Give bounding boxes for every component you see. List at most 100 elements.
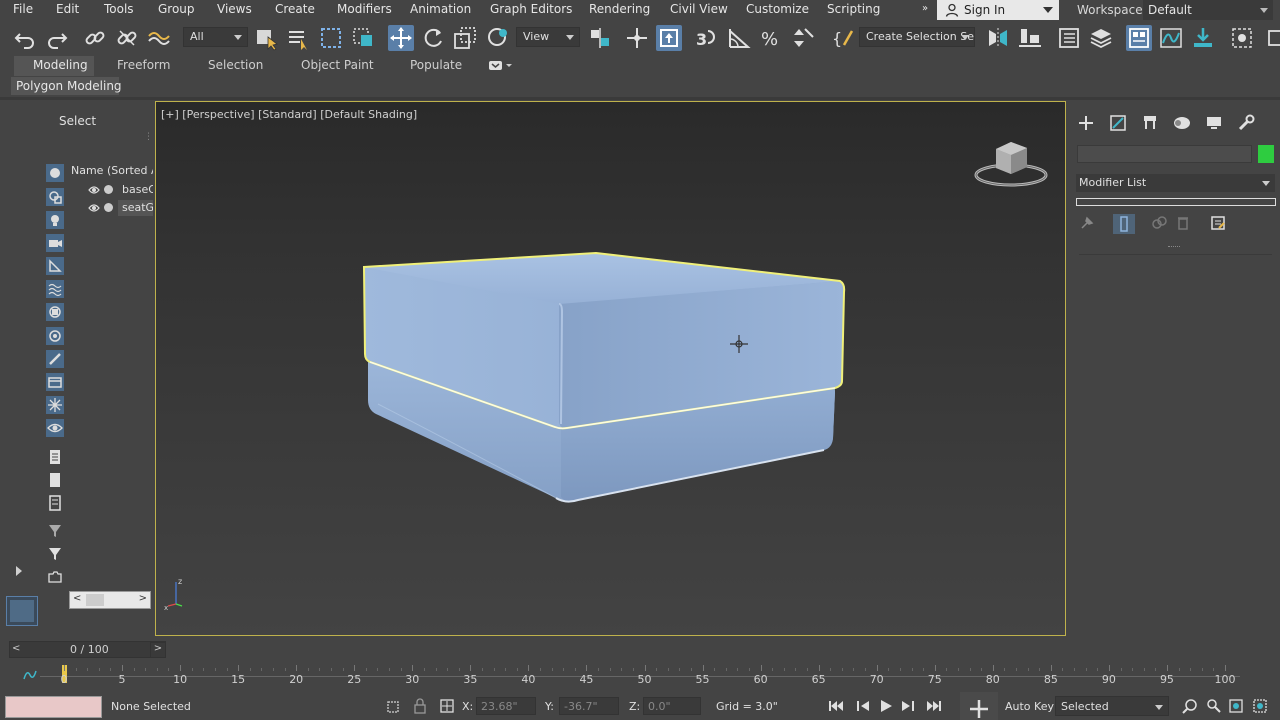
eye-icon[interactable] <box>88 185 100 195</box>
funnel-icon[interactable] <box>46 545 64 563</box>
angle-snap-icon[interactable] <box>726 25 752 51</box>
material-editor-icon[interactable] <box>1229 25 1255 51</box>
link-icon[interactable] <box>82 25 108 51</box>
display-geometry-icon[interactable] <box>46 164 64 182</box>
polygon-modeling-panel[interactable]: Polygon Modeling <box>11 77 122 95</box>
expand-arrow-icon[interactable] <box>10 562 28 580</box>
z-coordinate-field[interactable]: 0.0" <box>643 697 701 715</box>
ottoman-model[interactable] <box>356 242 856 512</box>
menu-animation[interactable]: Animation <box>410 2 471 16</box>
zoom-icon[interactable] <box>1182 698 1198 714</box>
tab-selection[interactable]: Selection <box>208 58 263 72</box>
display-none-icon[interactable] <box>46 471 64 489</box>
zoom-extents-icon[interactable] <box>1228 698 1244 714</box>
rotate-icon[interactable] <box>420 25 446 51</box>
spinner-snap-icon[interactable] <box>790 25 816 51</box>
create-tab-icon[interactable] <box>1076 113 1096 133</box>
select-object-icon[interactable] <box>254 25 280 51</box>
menu-group[interactable]: Group <box>158 2 195 16</box>
viewport-label[interactable]: [+] [Perspective] [Standard] [Default Sh… <box>161 108 417 121</box>
menu-graph-editors[interactable]: Graph Editors <box>490 2 572 16</box>
display-containers-icon[interactable] <box>46 373 64 391</box>
edit-named-selection-icon[interactable]: { <box>830 25 856 51</box>
display-bones-icon[interactable] <box>46 350 64 368</box>
align-icon[interactable] <box>1017 25 1043 51</box>
reference-coordinate-dropdown[interactable]: View <box>516 27 580 47</box>
scale-icon[interactable] <box>452 25 478 51</box>
sign-in-button[interactable]: Sign In <box>937 0 1059 21</box>
filter-icon[interactable] <box>46 522 64 540</box>
scrollbar-thumb[interactable] <box>86 594 104 606</box>
snaps-toggle-icon[interactable]: 3 <box>692 25 718 51</box>
zoom-all-icon[interactable] <box>1206 698 1222 714</box>
panel-splitter[interactable] <box>1168 246 1180 248</box>
find-icon[interactable] <box>46 568 64 586</box>
render-setup-icon[interactable] <box>1265 25 1280 51</box>
explorer-column-header[interactable]: Name (Sorted As <box>68 161 153 179</box>
rectangular-selection-icon[interactable] <box>318 25 344 51</box>
next-frame-icon[interactable] <box>900 699 916 713</box>
mini-curve-editor-icon[interactable] <box>22 667 38 683</box>
menu-rendering[interactable]: Rendering <box>589 2 650 16</box>
unlink-icon[interactable] <box>114 25 140 51</box>
lock-icon[interactable] <box>413 698 427 714</box>
configure-modifier-sets-icon[interactable] <box>1210 215 1226 231</box>
motion-tab-icon[interactable] <box>1172 113 1192 133</box>
menu-file[interactable]: File <box>13 2 33 16</box>
viewcube-icon[interactable] <box>971 137 1051 192</box>
time-slider-prev-icon[interactable]: < <box>12 643 20 654</box>
display-frozen-icon[interactable] <box>46 396 64 414</box>
play-icon[interactable] <box>878 698 894 714</box>
menu-customize[interactable]: Customize <box>746 2 809 16</box>
time-slider[interactable]: < 0 / 100 <box>9 641 166 658</box>
toggle-ribbon-icon[interactable] <box>1126 25 1152 51</box>
display-helpers-icon[interactable] <box>46 257 64 275</box>
menu-modifiers[interactable]: Modifiers <box>337 2 392 16</box>
select-manipulate-icon[interactable] <box>624 25 650 51</box>
key-filter-dropdown[interactable]: Selected <box>1055 696 1169 716</box>
explorer-row[interactable]: baseG <box>68 181 153 199</box>
pivot-point-icon[interactable] <box>587 25 613 51</box>
perspective-viewport[interactable]: [+] [Perspective] [Standard] [Default Sh… <box>155 101 1066 636</box>
tab-populate[interactable]: Populate <box>410 58 462 72</box>
set-key-button[interactable] <box>960 692 998 720</box>
redo-icon[interactable] <box>44 25 70 51</box>
move-icon[interactable] <box>388 25 414 51</box>
display-all-icon[interactable] <box>46 448 64 466</box>
y-coordinate-field[interactable]: -36.7" <box>559 697 619 715</box>
display-groups-icon[interactable] <box>46 303 64 321</box>
display-shapes-icon[interactable] <box>46 188 64 206</box>
display-xrefs-icon[interactable] <box>46 327 64 345</box>
modify-tab-icon[interactable] <box>1108 113 1128 133</box>
render-toggle-icon[interactable] <box>104 185 113 194</box>
tab-object-paint[interactable]: Object Paint <box>301 58 374 72</box>
select-by-name-icon[interactable] <box>286 25 312 51</box>
percent-snap-icon[interactable]: % <box>758 25 784 51</box>
layer-explorer-icon[interactable] <box>1088 25 1114 51</box>
scroll-right-icon[interactable]: > <box>139 593 147 604</box>
tab-modeling[interactable]: Modeling <box>14 56 94 76</box>
explorer-row[interactable]: seatG <box>68 199 153 217</box>
display-space-warps-icon[interactable] <box>46 280 64 298</box>
auto-key-button[interactable]: Auto Key <box>1005 700 1054 713</box>
menu-edit[interactable]: Edit <box>56 2 79 16</box>
curve-editor-icon[interactable] <box>1158 25 1184 51</box>
display-hidden-icon[interactable] <box>46 419 64 437</box>
workspaces-select[interactable]: Default <box>1143 0 1273 20</box>
place-icon[interactable] <box>485 25 511 51</box>
menu-views[interactable]: Views <box>217 2 252 16</box>
zoom-extents-all-icon[interactable] <box>1252 698 1268 714</box>
modifier-stack[interactable] <box>1076 198 1276 206</box>
explorer-select-label[interactable]: Select <box>59 114 96 128</box>
tab-freeform[interactable]: Freeform <box>117 58 170 72</box>
mirror-icon[interactable] <box>985 25 1011 51</box>
go-to-end-icon[interactable] <box>926 699 942 713</box>
show-end-result-button[interactable] <box>1113 214 1135 234</box>
utilities-tab-icon[interactable] <box>1236 113 1256 133</box>
menu-overflow-icon[interactable]: » <box>922 3 928 14</box>
schematic-view-icon[interactable] <box>1190 25 1216 51</box>
ribbon-options-button[interactable] <box>487 60 515 72</box>
remove-modifier-icon[interactable] <box>1175 215 1191 231</box>
previous-frame-icon[interactable] <box>855 699 871 713</box>
object-name-field[interactable] <box>1077 145 1252 163</box>
